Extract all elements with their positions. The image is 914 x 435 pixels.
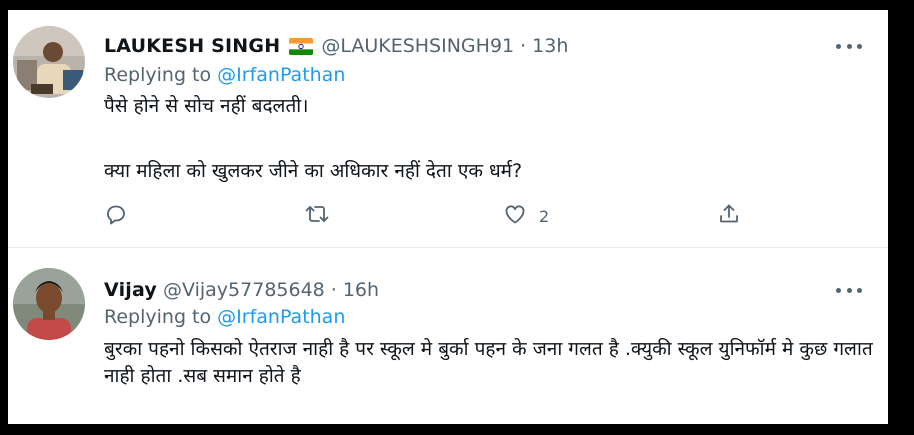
more-options-icon[interactable] [836, 38, 862, 54]
timestamp[interactable]: 13h [532, 35, 568, 57]
like-button[interactable]: 2 [503, 203, 549, 229]
india-flag-icon [289, 37, 314, 55]
replying-to: Replying to @IrfanPathan [104, 64, 345, 86]
user-handle[interactable]: @LAUKESHSINGH91 [321, 35, 514, 57]
heart-icon [503, 202, 527, 230]
user-handle[interactable]: @Vijay57785648 [163, 279, 325, 301]
share-icon[interactable] [723, 416, 733, 424]
separator-dot: · [330, 279, 337, 301]
retweet-button[interactable] [304, 203, 330, 229]
tweet-text-line-1: पैसे होने से सोच नहीं बदलती। [104, 95, 309, 117]
reply-icon [104, 202, 128, 230]
replying-to: Replying to @IrfanPathan [104, 306, 345, 328]
mention-link[interactable]: @IrfanPathan [217, 306, 345, 328]
tweet-header: Vijay @Vijay57785648 · 16h [104, 277, 379, 303]
like-count: 2 [539, 206, 550, 226]
avatar[interactable] [13, 26, 85, 98]
share-button[interactable] [717, 203, 741, 229]
display-name[interactable]: Vijay [104, 279, 157, 301]
tweet-vijay[interactable]: Vijay @Vijay57785648 · 16h Replying to @… [8, 248, 888, 424]
display-name[interactable]: LAUKESH SINGH [104, 35, 280, 57]
timestamp[interactable]: 16h [343, 279, 379, 301]
more-options-icon[interactable] [836, 282, 862, 298]
tweet-header: LAUKESH SINGH @LAUKESHSINGH91 · 13h [104, 33, 568, 59]
tweet-actions: 2 [104, 203, 764, 229]
reply-thread: LAUKESH SINGH @LAUKESHSINGH91 · 13h Repl… [8, 10, 888, 424]
retweet-icon [304, 202, 330, 230]
share-icon [717, 202, 741, 230]
tweet-laukesh[interactable]: LAUKESH SINGH @LAUKESHSINGH91 · 13h Repl… [8, 10, 888, 248]
tweet-text-line-2: क्या महिला को खुलकर जीने का अधिकार नहीं … [104, 160, 523, 182]
avatar[interactable] [13, 268, 85, 340]
replying-label: Replying to [104, 306, 218, 328]
tweet-text: बुरका पहनो किसको ऐतराज नाही है पर स्कूल … [104, 338, 873, 387]
mention-link[interactable]: @IrfanPathan [217, 64, 345, 86]
replying-label: Replying to [104, 64, 218, 86]
separator-dot: · [520, 35, 527, 57]
reply-button[interactable] [104, 203, 128, 229]
